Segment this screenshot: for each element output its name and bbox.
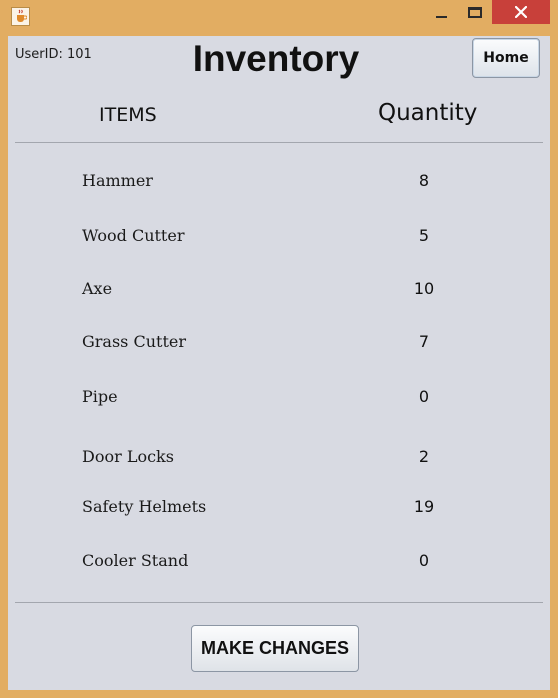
page-title: Inventory	[192, 38, 360, 79]
item-quantity: 19	[413, 497, 435, 516]
make-changes-button[interactable]: MAKE CHANGES	[191, 625, 359, 672]
item-quantity: 0	[418, 387, 430, 406]
close-button[interactable]	[492, 0, 550, 24]
content-panel: UserID: 101 Inventory Home ITEMS Quantit…	[8, 36, 550, 690]
quantity-column-header: Quantity	[378, 100, 478, 126]
inventory-row: Pipe 0	[8, 387, 550, 411]
item-name: Safety Helmets	[82, 497, 207, 516]
header-divider	[15, 142, 543, 143]
item-quantity: 5	[418, 226, 430, 245]
inventory-row: Hammer 8	[8, 171, 550, 195]
java-cup-icon	[11, 7, 30, 26]
item-quantity: 10	[413, 279, 435, 298]
item-name: Axe	[82, 279, 113, 298]
item-name: Wood Cutter	[82, 226, 185, 245]
item-name: Grass Cutter	[82, 332, 186, 351]
item-quantity: 0	[418, 551, 430, 570]
item-name: Door Locks	[82, 447, 174, 466]
item-name: Cooler Stand	[82, 551, 189, 570]
item-name: Hammer	[82, 171, 153, 190]
inventory-row: Door Locks 2	[8, 447, 550, 471]
home-button[interactable]: Home	[472, 38, 540, 78]
item-quantity: 2	[418, 447, 430, 466]
footer-divider	[15, 602, 543, 603]
item-name: Pipe	[82, 387, 118, 406]
inventory-row: Axe 10	[8, 279, 550, 303]
inventory-window: UserID: 101 Inventory Home ITEMS Quantit…	[0, 0, 558, 698]
inventory-row: Safety Helmets 19	[8, 497, 550, 521]
maximize-button[interactable]	[461, 0, 491, 28]
minimize-icon	[436, 16, 447, 18]
items-column-header: ITEMS	[99, 104, 157, 126]
minimize-button[interactable]	[429, 0, 459, 28]
inventory-row: Cooler Stand 0	[8, 551, 550, 575]
close-icon	[515, 6, 527, 18]
maximize-icon	[468, 7, 482, 18]
inventory-row: Wood Cutter 5	[8, 226, 550, 250]
item-quantity: 7	[418, 332, 430, 351]
title-bar[interactable]	[0, 0, 558, 34]
item-quantity: 8	[418, 171, 430, 190]
inventory-row: Grass Cutter 7	[8, 332, 550, 356]
